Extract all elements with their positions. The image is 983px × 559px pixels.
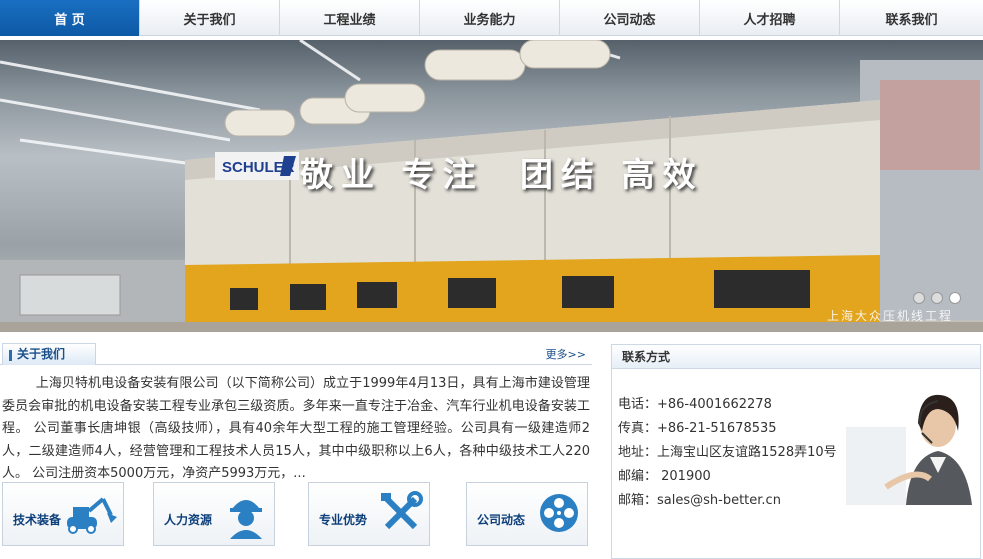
about-title: 关于我们 [2,343,96,365]
worker-icon [230,500,262,539]
slogan-left: 敬业 专注 [300,155,484,194]
slide-dot-2[interactable] [931,292,943,304]
human-resources-button[interactable]: 人力资源 [153,482,275,546]
contact-email[interactable]: 邮箱：sales@sh-better.cn [618,489,781,508]
tools-icon [381,491,423,530]
contact-address: 地址：上海宝山区友谊路1528弄10号 [618,445,837,460]
nav-item-projects[interactable]: 工程业绩 [280,0,420,36]
nav-item-careers[interactable]: 人才招聘 [700,0,840,36]
factory-press-line-image: SCHULER [0,40,983,332]
company-news-label: 公司动态 [477,513,526,527]
slogan-right: 团结 高效 [520,155,704,194]
slide-dot-3[interactable] [949,292,961,304]
company-news-button[interactable]: 公司动态 [466,482,588,546]
nav-item-news[interactable]: 公司动态 [560,0,700,36]
about-section-header: 关于我们 更多>> [0,343,592,365]
advantages-label: 专业优势 [319,513,368,527]
contact-panel: 联系方式 电话：+86-4001662278 传真：+86-21-5167853… [611,344,981,559]
nav-item-contact[interactable]: 联系我们 [840,0,983,36]
advantages-button[interactable]: 专业优势 [308,482,430,546]
about-paragraph: 上海贝特机电设备安装有限公司（以下简称公司）成立于1999年4月13日，具有上海… [2,376,590,481]
nav-item-home[interactable]: 首 页 [0,0,140,36]
about-more-link[interactable]: 更多>> [546,346,586,362]
human-resources-label: 人力资源 [164,513,213,527]
film-reel-icon [540,494,578,532]
tech-equipment-button[interactable]: 技术装备 [2,482,124,546]
contact-phone: 电话：+86-4001662278 [618,397,772,412]
nav-item-business[interactable]: 业务能力 [420,0,560,36]
contact-postcode: 邮编： 201900 [618,469,711,484]
slide-pagination [913,292,961,304]
banner-caption: 上海大众压机线工程 [826,309,953,323]
excavator-icon [67,497,117,534]
nav-item-about[interactable]: 关于我们 [140,0,280,36]
main-nav: 首 页 关于我们 工程业绩 业务能力 公司动态 人才招聘 联系我们 [0,0,983,36]
slide-dot-1[interactable] [913,292,925,304]
hero-banner[interactable]: SCHULER 敬业 专注 团结 高效 上海大众压机线工程 [0,40,983,332]
customer-service-avatar [846,394,972,505]
contact-fax: 传真：+86-21-51678535 [618,421,777,436]
contact-title: 联系方式 [612,345,980,369]
tech-equipment-label: 技术装备 [13,513,62,527]
